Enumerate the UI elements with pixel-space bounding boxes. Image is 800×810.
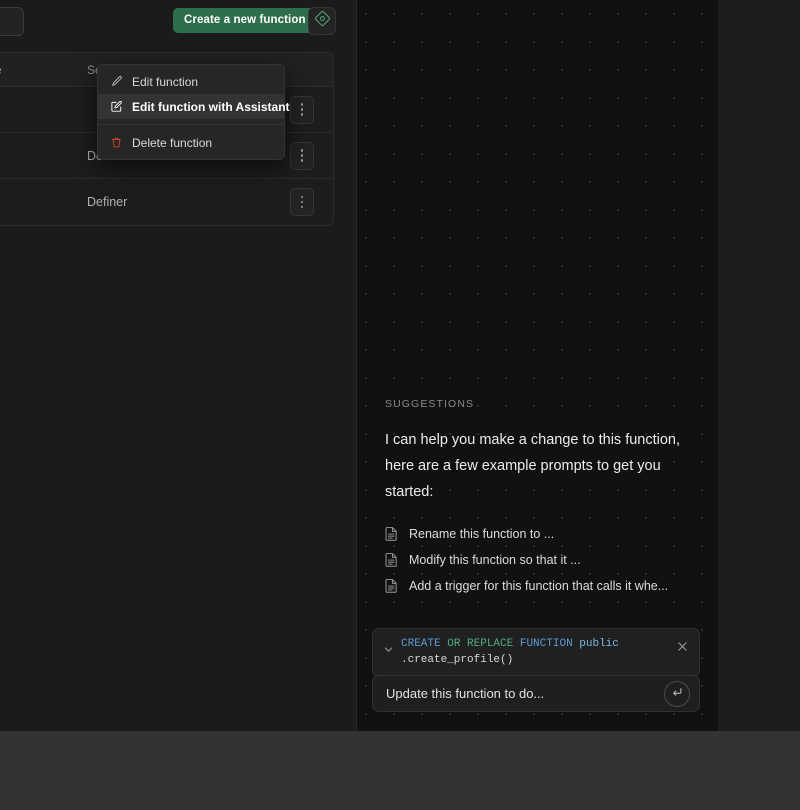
row-menu-button[interactable] (290, 95, 314, 124)
trash-icon (109, 136, 123, 150)
menu-separator (98, 124, 284, 125)
send-prompt-button[interactable] (664, 680, 690, 707)
sql-token-function: FUNCTION (519, 638, 573, 650)
cell-security: Definer (87, 195, 128, 209)
dot (300, 205, 304, 209)
assistant-prompt-box[interactable] (372, 675, 700, 712)
suggestion-label: Add a trigger for this function that cal… (409, 578, 669, 593)
row-menu-button[interactable] (290, 188, 314, 216)
screen-root: Create a new function turn type Security (0, 0, 800, 810)
create-new-function-button[interactable]: Create a new function (173, 8, 317, 33)
viewport-right-gutter (718, 0, 800, 731)
suggestions-list: Rename this function to ... Modify this … (385, 526, 697, 593)
dot (300, 113, 304, 116)
assistant-intro-text: I can help you make a change to this fun… (385, 432, 681, 500)
suggestion-label: Rename this function to ... (409, 526, 555, 541)
cell-return-type: d (0, 149, 87, 163)
close-icon[interactable] (676, 640, 690, 654)
suggestion-add-trigger[interactable]: Add a trigger for this function that cal… (385, 578, 697, 593)
menu-item-edit-function-with-assistant[interactable]: Edit function with Assistant (98, 94, 290, 119)
dot (300, 108, 304, 111)
menu-item-delete-function[interactable]: Delete function (98, 130, 284, 155)
diamond-focus-icon (314, 10, 330, 31)
enter-arrow-icon (671, 685, 683, 703)
dot (300, 200, 304, 204)
functions-toolbar: Create a new function (0, 0, 356, 41)
attached-sql-chip: CREATE OR REPLACE FUNCTION public .create… (372, 628, 700, 677)
suggestion-modify-function[interactable]: Modify this function so that it ... (385, 552, 697, 567)
assistant-conversation-area (357, 0, 719, 380)
desktop-background (0, 731, 800, 810)
row-context-menu: Edit function Edit function with Assista… (97, 64, 290, 160)
pencil-icon (109, 75, 123, 89)
sql-snippet: CREATE OR REPLACE FUNCTION public .create… (401, 637, 619, 668)
menu-item-label: Delete function (132, 135, 213, 150)
document-icon (385, 578, 398, 593)
assistant-panel: SUGGESTIONS I can help you make a change… (356, 0, 719, 731)
menu-item-edit-function[interactable]: Edit function (98, 69, 284, 94)
suggestions-heading: SUGGESTIONS (385, 398, 475, 410)
document-icon (385, 526, 398, 541)
dot (300, 154, 304, 157)
assistant-toggle-button[interactable] (308, 7, 336, 35)
suggestions-section: SUGGESTIONS I can help you make a change… (385, 398, 697, 593)
suggestion-rename-function[interactable]: Rename this function to ... (385, 526, 697, 541)
assistant-prompt-input[interactable] (373, 676, 664, 711)
cell-return-type: d (0, 195, 87, 209)
pencil-square-icon (109, 100, 123, 114)
sql-token-create: CREATE (401, 638, 441, 650)
row-menu-button[interactable] (290, 141, 314, 170)
cell-return-type: gger (0, 103, 87, 117)
dot (300, 195, 304, 199)
search-input[interactable] (0, 7, 24, 36)
dot (300, 159, 304, 162)
column-header-return-type: turn type (0, 63, 87, 77)
dot (300, 103, 304, 106)
sql-token-function-name: .create_profile() (401, 653, 514, 666)
dot (300, 149, 304, 152)
sql-token-schema: public (579, 638, 619, 650)
menu-item-label: Edit function (132, 74, 199, 89)
sql-token-replace: REPLACE (467, 638, 514, 650)
chevron-down-icon[interactable] (381, 642, 395, 656)
app-viewport: Create a new function turn type Security (0, 0, 800, 731)
suggestion-label: Modify this function so that it ... (409, 552, 581, 567)
functions-list-pane: Create a new function turn type Security (0, 0, 356, 731)
table-row[interactable]: d Definer (0, 179, 333, 225)
menu-item-label: Edit function with Assistant (132, 99, 290, 114)
cell-actions (271, 188, 333, 216)
sql-token-or: OR (447, 638, 461, 650)
document-icon (385, 552, 398, 567)
